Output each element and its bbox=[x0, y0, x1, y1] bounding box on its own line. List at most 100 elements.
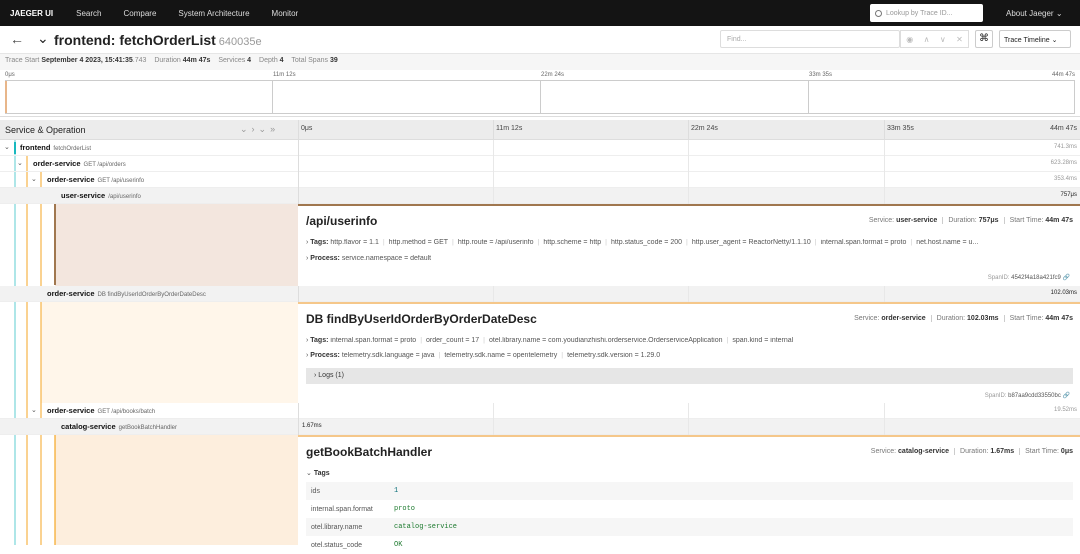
span-row[interactable]: ⌄ order-service GET /api/orders 623.28ms bbox=[0, 156, 1080, 172]
header-divider[interactable] bbox=[298, 120, 299, 140]
collapse-chevron-icon[interactable]: ⌄ bbox=[37, 30, 49, 47]
collapse-chevron-icon[interactable]: ⌄ bbox=[31, 175, 37, 183]
tags-toggle[interactable]: ⌄ Tags bbox=[306, 469, 1080, 477]
span-detail-meta: Service: order-service Duration: 102.03ms… bbox=[854, 315, 1073, 322]
span-name[interactable]: order-service GET /api/books/batch bbox=[47, 406, 155, 415]
link-icon[interactable]: 🔗 bbox=[1063, 275, 1070, 281]
span-service: order-service bbox=[47, 289, 95, 298]
column-divider[interactable] bbox=[298, 140, 299, 204]
duration-value: 757μs bbox=[978, 217, 999, 224]
column-divider[interactable] bbox=[298, 403, 299, 435]
tags-row[interactable]: › Tags: http.flavor = 1.1 | http.method = … bbox=[306, 239, 1080, 246]
back-arrow-icon[interactable]: ← bbox=[10, 31, 24, 47]
minimap-tick: 0μs bbox=[5, 72, 15, 78]
about-jaeger-menu[interactable]: About Jaeger ⌄ bbox=[1006, 9, 1063, 18]
tag-value: 1 bbox=[394, 487, 399, 495]
header-gridline bbox=[688, 120, 689, 140]
span-name[interactable]: user-service/api/userinfo bbox=[61, 191, 141, 200]
start-time-value: 44m 47s bbox=[1045, 217, 1073, 224]
span-name[interactable]: order-service GET /api/userinfo bbox=[47, 175, 144, 184]
service-color-bar bbox=[14, 142, 16, 154]
view-mode-select[interactable]: Trace Timeline ⌄ bbox=[999, 30, 1071, 48]
span-row[interactable]: ⌄ order-service GET /api/books/batch 19.5… bbox=[0, 403, 1080, 419]
span-operation: DB findByUserIdOrderByOrderDateDesc bbox=[97, 292, 206, 298]
span-duration: 623.28ms bbox=[1050, 160, 1077, 166]
tag-key: otel.library.name bbox=[311, 523, 363, 531]
span-name[interactable]: order-service DB findByUserIdOrderByOrder… bbox=[47, 289, 206, 298]
find-next-icon[interactable]: ∨ bbox=[940, 35, 946, 44]
service-value: catalog-service bbox=[898, 448, 950, 455]
span-name[interactable]: order-service GET /api/orders bbox=[33, 159, 126, 168]
span-row-selected[interactable]: user-service/api/userinfo 757μs bbox=[0, 188, 1080, 204]
trace-minimap[interactable]: 0μs 11m 12s 22m 24s 33m 35s 44m 47s bbox=[0, 70, 1080, 117]
span-id-value: b87aa9cdd33550bc bbox=[1008, 393, 1061, 399]
trace-id: 640035e bbox=[218, 36, 262, 48]
service-value: order-service bbox=[881, 315, 926, 322]
minimap-tick: 44m 47s bbox=[1051, 72, 1075, 78]
timeline-tick: 0μs bbox=[301, 125, 313, 132]
process-row[interactable]: › Process: service.namespace = default bbox=[306, 255, 1080, 262]
process-row[interactable]: › Process: telemetry.sdk.language = java… bbox=[306, 352, 1080, 359]
minimap-tick: 22m 24s bbox=[541, 72, 565, 78]
header-gridline bbox=[884, 120, 885, 140]
nav-monitor[interactable]: Monitor bbox=[272, 9, 299, 18]
timeline-gridline bbox=[884, 403, 885, 435]
trace-id-lookup-input[interactable]: Lookup by Trace ID... bbox=[870, 4, 983, 22]
span-name[interactable]: catalog-service getBookBatchHandler bbox=[61, 422, 177, 431]
find-input[interactable]: Find... bbox=[720, 30, 900, 48]
collapse-chevron-icon[interactable]: ⌄ bbox=[4, 143, 10, 151]
start-time-label: Start Time: bbox=[1025, 448, 1059, 455]
nav-system-architecture[interactable]: System Architecture bbox=[178, 9, 249, 18]
trace-summary: Trace Start September 4 2023, 15:41:35.7… bbox=[0, 54, 1080, 70]
span-service: frontend bbox=[20, 143, 51, 152]
duration-label: Duration: bbox=[936, 315, 966, 322]
collapse-chevron-icon[interactable]: ⌄ bbox=[17, 159, 23, 167]
tag-item: http.user_agent = ReactorNetty/1.1.10 bbox=[691, 239, 811, 246]
tags-row[interactable]: › Tags: internal.span.format = proto | ord… bbox=[306, 337, 1080, 344]
logs-section[interactable]: › Logs (1) bbox=[306, 368, 1073, 384]
span-duration: 19.52ms bbox=[1053, 407, 1077, 413]
span-detail-meta: Service: user-service Duration: 757μs Star… bbox=[869, 217, 1073, 224]
process-label: Process: bbox=[310, 352, 340, 359]
span-duration: 757μs bbox=[1060, 192, 1077, 198]
find-prev-icon[interactable]: ∧ bbox=[924, 35, 930, 44]
jaeger-logo[interactable]: JAEGER UI bbox=[10, 9, 53, 18]
depth-value: 4 bbox=[279, 57, 284, 64]
nav-compare[interactable]: Compare bbox=[123, 9, 156, 18]
span-row[interactable]: ⌄ frontend fetchOrderList 741.3ms bbox=[0, 140, 1080, 156]
collapse-chevron-icon[interactable]: ⌄ bbox=[31, 406, 37, 414]
find-clear-icon[interactable]: ◉ bbox=[906, 35, 913, 44]
start-time-value: 44m 47s bbox=[1045, 315, 1073, 322]
span-row[interactable]: ⌄ order-service GET /api/userinfo 353.4ms bbox=[0, 172, 1080, 188]
tree-guide bbox=[54, 419, 56, 545]
tag-row: ids 1 bbox=[306, 482, 1073, 500]
timeline-tick: 11m 12s bbox=[496, 125, 523, 132]
top-nav: JAEGER UI Search Compare System Architec… bbox=[0, 0, 1080, 26]
lookup-placeholder: Lookup by Trace ID... bbox=[886, 9, 953, 17]
tag-item: http.route = /api/userinfo bbox=[457, 239, 534, 246]
minimap-gridline bbox=[272, 80, 273, 114]
search-icon bbox=[875, 9, 882, 17]
span-name[interactable]: frontend fetchOrderList bbox=[20, 143, 91, 152]
minimap-tick: 11m 12s bbox=[273, 72, 296, 78]
tree-expand-controls[interactable]: ⌄›⌄» bbox=[240, 124, 279, 135]
keyboard-shortcuts-icon[interactable]: ⌘ bbox=[975, 30, 993, 48]
timeline-gridline bbox=[688, 140, 689, 204]
span-duration: 102.03ms bbox=[1050, 290, 1077, 296]
services-value: 4 bbox=[247, 57, 252, 64]
tags-label: Tags: bbox=[310, 239, 329, 246]
span-detail: /api/userinfo Service: user-service Durat… bbox=[298, 204, 1080, 286]
column-divider[interactable] bbox=[298, 286, 299, 302]
tag-row: otel.library.name catalog-service bbox=[306, 518, 1073, 536]
nav-search[interactable]: Search bbox=[76, 9, 101, 18]
timeline-tick: 33m 35s bbox=[887, 125, 914, 132]
span-operation: GET /api/books/batch bbox=[97, 409, 156, 415]
span-row-selected[interactable]: catalog-service getBookBatchHandler 1.67m… bbox=[0, 419, 1080, 435]
trace-start-value: September 4 2023, 15:41:35 bbox=[41, 57, 133, 64]
find-close-icon[interactable]: ✕ bbox=[956, 35, 963, 44]
link-icon[interactable]: 🔗 bbox=[1063, 393, 1070, 399]
total-spans-value: 39 bbox=[329, 57, 338, 64]
span-row-selected[interactable]: order-service DB findByUserIdOrderByOrder… bbox=[0, 286, 1080, 302]
detail-indent-bg bbox=[41, 302, 298, 403]
timeline-gridline bbox=[493, 403, 494, 435]
